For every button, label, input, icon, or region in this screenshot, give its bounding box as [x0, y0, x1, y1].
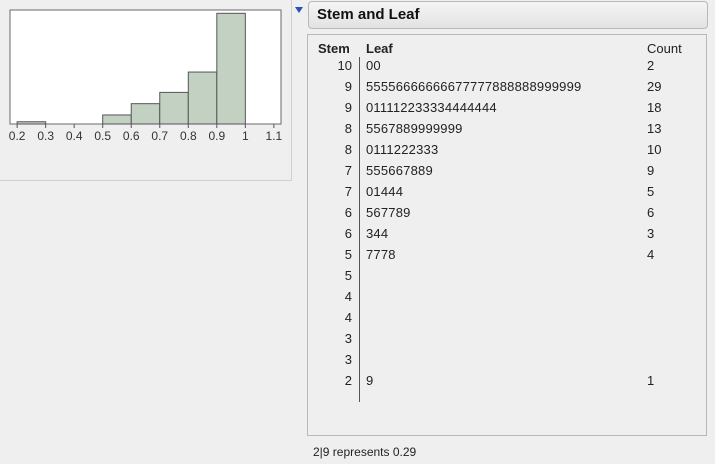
leaf-cell: 5567889999999	[366, 121, 463, 136]
leaf-cell: 7778	[366, 247, 396, 262]
stem-cell: 3	[344, 352, 352, 367]
table-row: 9 011112233334444444 18	[308, 100, 706, 120]
stem-cell: 9	[344, 100, 352, 115]
x-tick-label: 0.5	[94, 129, 111, 143]
count-cell: 10	[647, 142, 662, 157]
histogram-bar[interactable]	[16, 121, 47, 125]
stem-cell: 3	[344, 331, 352, 346]
stem-cell: 6	[344, 205, 352, 220]
histogram-chart: 0.2 0.3 0.4 0.5 0.6 0.7 0.8 0.9 1 1.1	[9, 9, 283, 143]
table-row: 5 7778 4	[308, 247, 706, 267]
x-tick-label: 0.6	[123, 129, 140, 143]
stem-and-leaf-outline-header[interactable]: Stem and Leaf	[308, 1, 708, 29]
x-tick-label: 0.9	[208, 129, 225, 143]
stem-cell: 6	[344, 226, 352, 241]
leaf-cell: 9	[366, 373, 374, 388]
histogram-panel: 0.2 0.3 0.4 0.5 0.6 0.7 0.8 0.9 1 1.1	[0, 0, 292, 181]
x-tick-label: 0.4	[66, 129, 83, 143]
stem-cell: 2	[344, 373, 352, 388]
count-cell: 1	[647, 373, 655, 388]
leaf-cell: 0111222333	[366, 142, 439, 157]
table-row: 4	[308, 310, 706, 330]
table-row: 5	[308, 268, 706, 288]
x-tick-label: 0.7	[151, 129, 168, 143]
table-row: 7 555667889 9	[308, 163, 706, 183]
x-tick-label: 0.8	[180, 129, 197, 143]
table-row: 8 0111222333 10	[308, 142, 706, 162]
histogram-bar[interactable]	[130, 103, 161, 125]
table-row: 4	[308, 289, 706, 309]
x-tick-label: 1	[242, 129, 249, 143]
stem-leaf-report: Stem Leaf Count 10 00 2 9 555566666666777778…	[307, 34, 707, 436]
stem-cell: 8	[344, 121, 352, 136]
table-row: 10 00 2	[308, 58, 706, 78]
table-row: 3	[308, 331, 706, 351]
histogram-bar[interactable]	[187, 71, 218, 125]
histogram-bar[interactable]	[102, 114, 132, 125]
count-cell: 29	[647, 79, 662, 94]
histogram-bar[interactable]	[159, 91, 189, 125]
stem-header: Stem	[318, 41, 350, 56]
leaf-cell: 567789	[366, 205, 411, 220]
table-row: 9 55556666666677777888888999999 29	[308, 79, 706, 99]
stem-cell: 9	[344, 79, 352, 94]
leaf-cell: 00	[366, 58, 381, 73]
leaf-cell: 55556666666677777888888999999	[366, 79, 582, 94]
leaf-cell: 011112233334444444	[366, 100, 497, 115]
disclosure-triangle-icon[interactable]	[295, 6, 303, 14]
stem-cell: 10	[337, 58, 352, 73]
outline-title: Stem and Leaf	[317, 6, 420, 23]
stem-cell: 7	[344, 163, 352, 178]
histogram-bar[interactable]	[216, 12, 246, 125]
count-header: Count	[647, 41, 682, 56]
x-tick-label: 1.1	[266, 129, 283, 143]
table-row: 7 01444 5	[308, 184, 706, 204]
count-cell: 4	[647, 247, 655, 262]
count-cell: 2	[647, 58, 655, 73]
count-cell: 3	[647, 226, 655, 241]
leaf-cell: 01444	[366, 184, 404, 199]
table-row: 3	[308, 352, 706, 372]
stem-cell: 5	[344, 247, 352, 262]
stem-cell: 7	[344, 184, 352, 199]
count-cell: 9	[647, 163, 655, 178]
count-cell: 13	[647, 121, 662, 136]
count-cell: 18	[647, 100, 662, 115]
stem-cell: 4	[344, 289, 352, 304]
x-tick-label: 0.2	[9, 129, 26, 143]
stem-cell: 5	[344, 268, 352, 283]
stem-cell: 8	[344, 142, 352, 157]
count-cell: 6	[647, 205, 655, 220]
leaf-cell: 344	[366, 226, 389, 241]
table-row: 8 5567889999999 13	[308, 121, 706, 141]
leaf-cell: 555667889	[366, 163, 433, 178]
table-row: 6 344 3	[308, 226, 706, 246]
table-row: 29 1	[308, 373, 706, 393]
count-cell: 5	[647, 184, 655, 199]
stem-leaf-legend: 2|9 represents 0.29	[313, 445, 417, 459]
stem-cell: 4	[344, 310, 352, 325]
x-tick-label: 0.3	[37, 129, 54, 143]
leaf-header: Leaf	[366, 41, 393, 56]
table-row: 6 567789 6	[308, 205, 706, 225]
